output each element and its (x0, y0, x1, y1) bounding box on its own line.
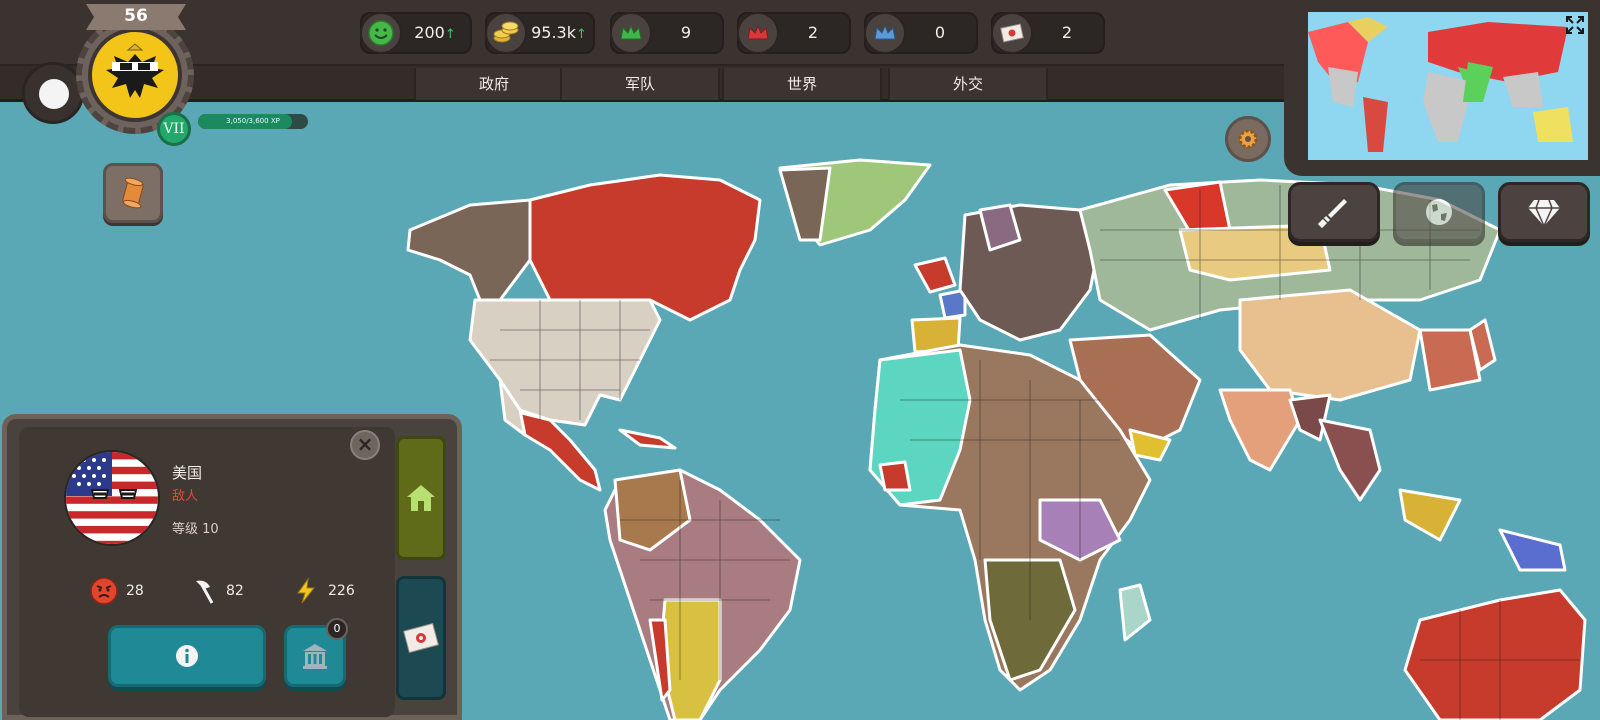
globe-icon (1426, 199, 1452, 225)
player-level: 56 (86, 4, 186, 30)
sword-button[interactable] (1288, 182, 1380, 242)
tab-government[interactable]: 政府 (414, 68, 574, 100)
gold-trend: ↑ (575, 27, 587, 42)
country-level: 等级 10 (172, 522, 219, 537)
resource-blue-crown[interactable]: 0 (864, 12, 978, 54)
gold-coins-icon (485, 12, 527, 54)
minimap[interactable] (1308, 12, 1588, 160)
angry-face-icon (90, 577, 118, 605)
player-emblem[interactable] (88, 28, 182, 122)
resource-red-crown[interactable]: 2 (737, 12, 851, 54)
blue-crown-icon (864, 12, 906, 54)
building-icon (303, 644, 327, 669)
axe-icon (190, 577, 218, 605)
tier-badge: VII (157, 112, 191, 146)
xp-bar: 3,050/3,600 XP (198, 114, 308, 129)
happiness-trend: ↑ (444, 27, 456, 42)
globe-button[interactable] (1393, 182, 1485, 242)
green-crown-value: 9 (680, 23, 692, 42)
letter-icon (403, 622, 439, 654)
map-settings-button[interactable] (1225, 116, 1271, 162)
minimap-world (1308, 12, 1588, 160)
resource-letters[interactable]: 2 (991, 12, 1105, 54)
tab-diplomacy[interactable]: 外交 (888, 68, 1048, 100)
diamond-icon (1528, 199, 1560, 228)
red-crown-value: 2 (807, 23, 819, 42)
letters-value: 2 (1061, 23, 1073, 42)
building-count-badge: 0 (326, 618, 348, 640)
military-value: 82 (226, 583, 244, 599)
lightning-icon (292, 577, 320, 605)
gold-value: 95.3k (531, 23, 576, 42)
country-name: 美国 (172, 464, 203, 482)
power-value: 226 (328, 583, 355, 599)
red-crown-icon (737, 12, 779, 54)
info-icon (176, 645, 198, 667)
anger-value: 28 (126, 583, 144, 599)
send-letter-button[interactable] (396, 576, 446, 700)
tab-military[interactable]: 军队 (560, 68, 720, 100)
scroll-button[interactable] (103, 163, 163, 223)
scroll-icon (122, 177, 144, 209)
xp-text: 3,050/3,600 XP (226, 117, 280, 125)
usa-flag-icon (66, 452, 158, 544)
green-crown-icon (610, 12, 652, 54)
happiness-value: 200 (414, 23, 445, 42)
diamond-button[interactable] (1498, 182, 1590, 242)
resource-green-crown[interactable]: 9 (610, 12, 724, 54)
country-flag-ball (64, 450, 160, 546)
double-eagle-icon (106, 43, 164, 98)
sword-icon (1317, 199, 1347, 229)
country-relation: 敌人 (172, 489, 199, 504)
tab-world[interactable]: 世界 (722, 68, 882, 100)
country-info-button[interactable] (108, 625, 266, 687)
expand-icon[interactable] (1566, 16, 1584, 34)
view-toggle[interactable] (22, 62, 84, 124)
resource-happiness[interactable]: 200↑ (360, 12, 472, 54)
close-icon: × (356, 432, 374, 456)
smiley-icon (360, 12, 402, 54)
home-icon (407, 485, 435, 511)
home-button[interactable] (396, 436, 446, 560)
gear-icon (1238, 129, 1258, 149)
letter-icon (991, 12, 1033, 54)
blue-crown-value: 0 (934, 23, 946, 42)
toggle-knob (39, 79, 69, 109)
stat-power: 226 (292, 577, 355, 605)
resource-gold[interactable]: 95.3k↑ (485, 12, 595, 54)
region-canada (528, 173, 762, 322)
stat-anger: 28 (90, 577, 144, 605)
stat-military: 82 (190, 578, 244, 604)
close-panel-button[interactable]: × (350, 430, 380, 460)
